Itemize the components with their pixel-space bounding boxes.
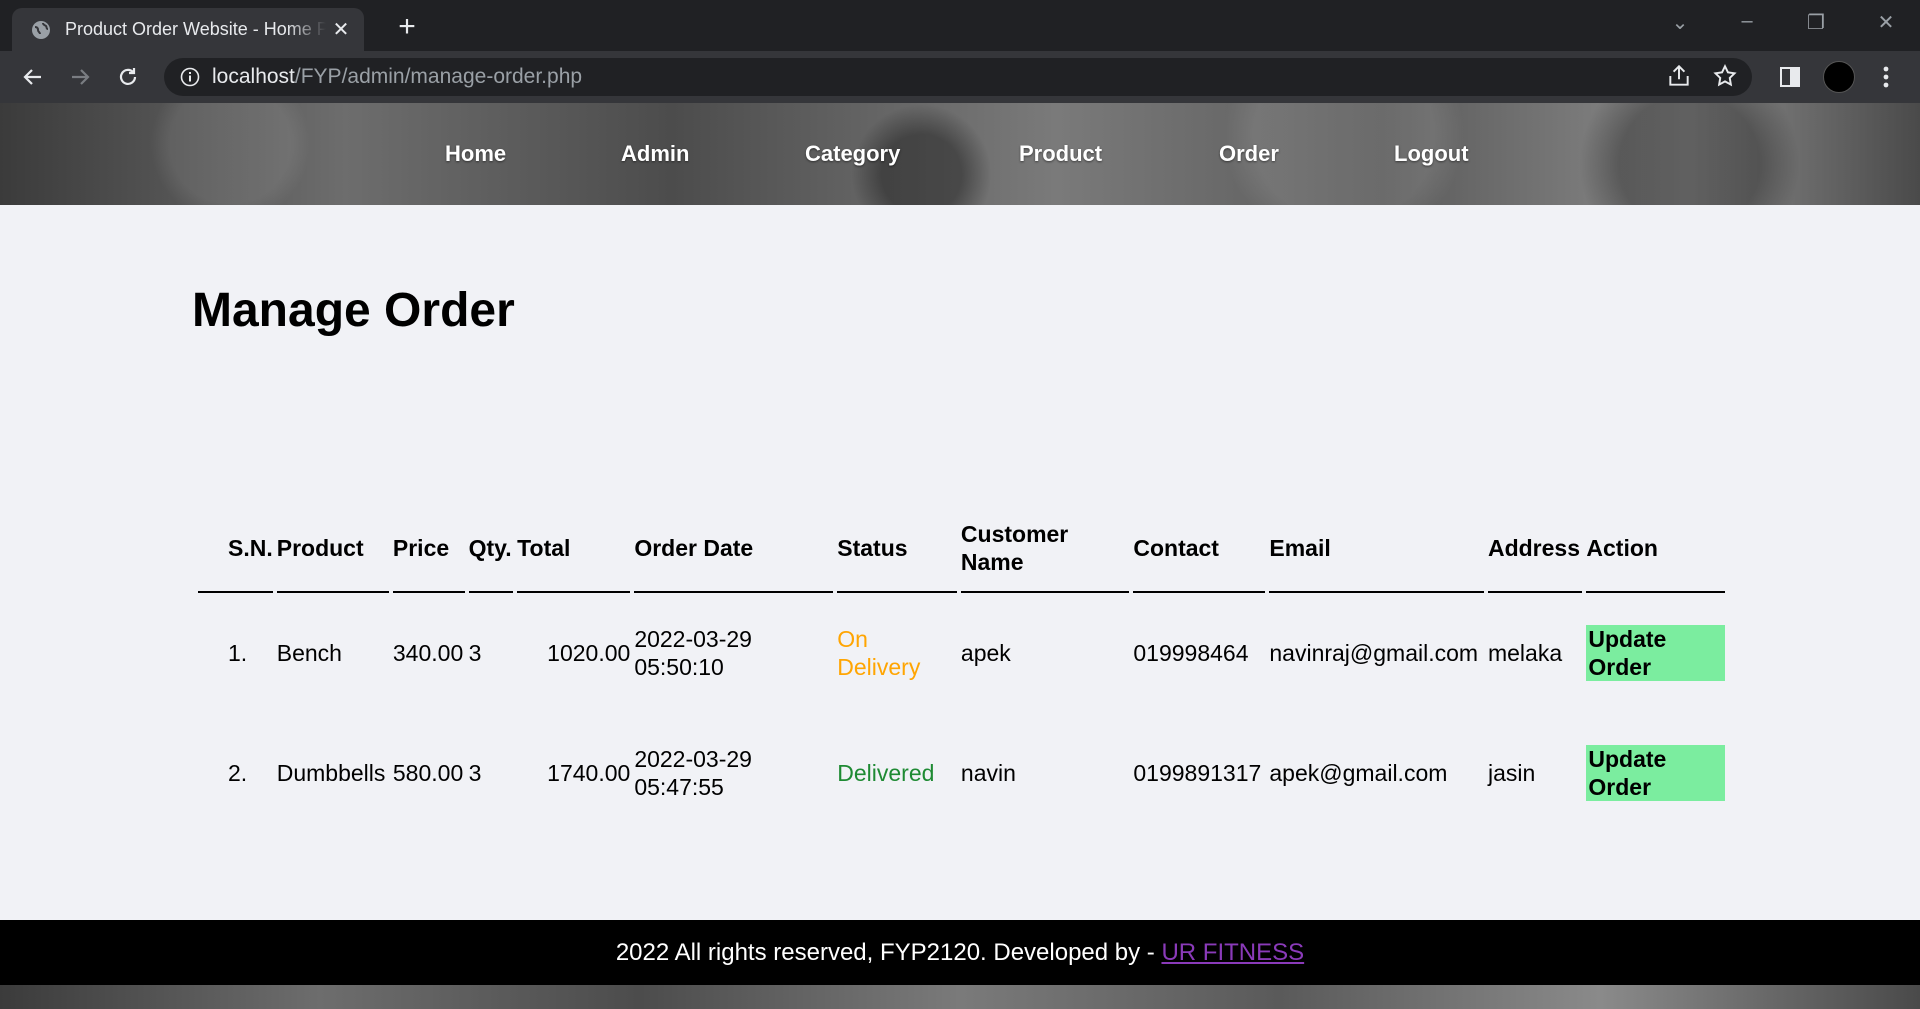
menu-item-category[interactable]: Category bbox=[805, 141, 900, 167]
col-header-status: Status bbox=[837, 505, 957, 593]
footer-text: 2022 All rights reserved, FYP2120. Devel… bbox=[615, 939, 1162, 966]
globe-icon bbox=[32, 20, 50, 39]
cell-sn: 1. bbox=[228, 640, 248, 666]
cell-qty: 3 bbox=[468, 640, 482, 666]
cell-order-date: 2022-03-29 05:50:10 bbox=[634, 626, 752, 680]
cell-customer-name: apek bbox=[960, 640, 1011, 666]
back-icon[interactable] bbox=[17, 61, 49, 93]
update-order-button[interactable]: Update Order bbox=[1586, 745, 1725, 801]
cell-total: 1020.00 bbox=[547, 640, 631, 666]
status-badge: On Delivery bbox=[837, 626, 921, 680]
forward-icon[interactable] bbox=[64, 61, 96, 93]
share-icon[interactable] bbox=[1666, 63, 1692, 89]
cell-product: Dumbbells bbox=[276, 760, 386, 786]
col-header-customer-name: Customer Name bbox=[960, 505, 1130, 593]
restore-icon[interactable]: ❐ bbox=[1796, 10, 1836, 35]
bookmark-star-icon[interactable] bbox=[1712, 63, 1738, 89]
close-window-icon[interactable]: ✕ bbox=[1866, 10, 1906, 35]
profile-avatar[interactable] bbox=[1823, 61, 1855, 93]
col-header-contact: Contact bbox=[1133, 505, 1266, 593]
minimize-icon[interactable]: – bbox=[1727, 10, 1767, 33]
col-header-order-date: Order Date bbox=[634, 505, 834, 593]
url-path: /FYP/admin/manage-order.php bbox=[294, 65, 583, 88]
url-text: localhost/FYP/admin/manage-order.php bbox=[212, 65, 582, 89]
col-header-action: Action bbox=[1586, 505, 1725, 593]
info-icon[interactable] bbox=[180, 67, 200, 87]
cell-total: 1740.00 bbox=[547, 760, 631, 786]
url-host: localhost bbox=[212, 65, 295, 88]
col-header-total: Total bbox=[517, 505, 631, 593]
main-menu: Home Admin Category Product Order Logout bbox=[0, 103, 1920, 205]
cell-product: Bench bbox=[276, 640, 342, 666]
browser-toolbar: localhost/FYP/admin/manage-order.php bbox=[0, 51, 1920, 103]
side-panel-icon[interactable] bbox=[1774, 61, 1806, 93]
footer: 2022 All rights reserved, FYP2120. Devel… bbox=[0, 920, 1920, 985]
browser-tabbar: Product Order Website - Home Page ✕ + ⌄ … bbox=[0, 0, 1920, 51]
table-row: 2. Dumbbells 580.00 3 1740.00 2022-03-29… bbox=[198, 713, 1725, 833]
cell-email: apek@gmail.com bbox=[1269, 760, 1448, 786]
table-header-row: S.N. Product Price Qty. Total Order Date… bbox=[198, 505, 1725, 593]
orders-table: S.N. Product Price Qty. Total Order Date… bbox=[194, 505, 1729, 833]
close-tab-icon[interactable]: ✕ bbox=[326, 15, 356, 45]
reload-icon[interactable] bbox=[112, 61, 144, 93]
cell-action: Update Order bbox=[1586, 593, 1725, 713]
cell-price: 340.00 bbox=[392, 640, 464, 666]
tab-title: Product Order Website - Home Page bbox=[65, 19, 326, 39]
page-title: Manage Order bbox=[192, 284, 515, 337]
status-badge: Delivered bbox=[837, 760, 935, 786]
cell-qty: 3 bbox=[468, 760, 482, 786]
col-header-price: Price bbox=[392, 505, 465, 593]
cell-address: melaka bbox=[1487, 640, 1563, 666]
cell-contact: 019998464 bbox=[1133, 640, 1249, 666]
cell-action: Update Order bbox=[1586, 713, 1725, 833]
table-row: 1. Bench 340.00 3 1020.00 2022-03-29 05:… bbox=[198, 593, 1725, 713]
col-header-address: Address bbox=[1487, 505, 1583, 593]
cell-order-date: 2022-03-29 05:47:55 bbox=[634, 746, 752, 800]
page: Home Admin Category Product Order Logout… bbox=[0, 103, 1920, 1009]
cell-address: jasin bbox=[1487, 760, 1536, 786]
menu-item-order[interactable]: Order bbox=[1219, 141, 1279, 167]
cell-contact: 0199891317 bbox=[1133, 760, 1262, 786]
update-order-button[interactable]: Update Order bbox=[1586, 625, 1725, 681]
new-tab-icon[interactable]: + bbox=[390, 10, 424, 44]
cell-price: 580.00 bbox=[392, 760, 464, 786]
menu-item-product[interactable]: Product bbox=[1019, 141, 1102, 167]
col-header-product: Product bbox=[276, 505, 389, 593]
menu-dots-icon[interactable] bbox=[1870, 61, 1902, 93]
menu-item-admin[interactable]: Admin bbox=[621, 141, 689, 167]
cell-sn: 2. bbox=[228, 760, 248, 786]
cell-email: navinraj@gmail.com bbox=[1269, 640, 1479, 666]
footer-background-strip bbox=[0, 985, 1920, 1009]
col-header-qty: Qty. bbox=[468, 505, 514, 593]
browser-tab[interactable]: Product Order Website - Home Page ✕ bbox=[12, 8, 364, 51]
site-header: Home Admin Category Product Order Logout bbox=[0, 103, 1920, 205]
menu-item-home[interactable]: Home bbox=[445, 141, 506, 167]
address-bar[interactable]: localhost/FYP/admin/manage-order.php bbox=[164, 58, 1752, 96]
menu-item-logout[interactable]: Logout bbox=[1394, 141, 1469, 167]
cell-customer-name: navin bbox=[960, 760, 1016, 786]
footer-link[interactable]: UR FITNESS bbox=[1161, 939, 1304, 966]
col-header-email: Email bbox=[1269, 505, 1484, 593]
tab-search-icon[interactable]: ⌄ bbox=[1660, 10, 1700, 35]
col-header-sn: S.N. bbox=[198, 505, 273, 593]
